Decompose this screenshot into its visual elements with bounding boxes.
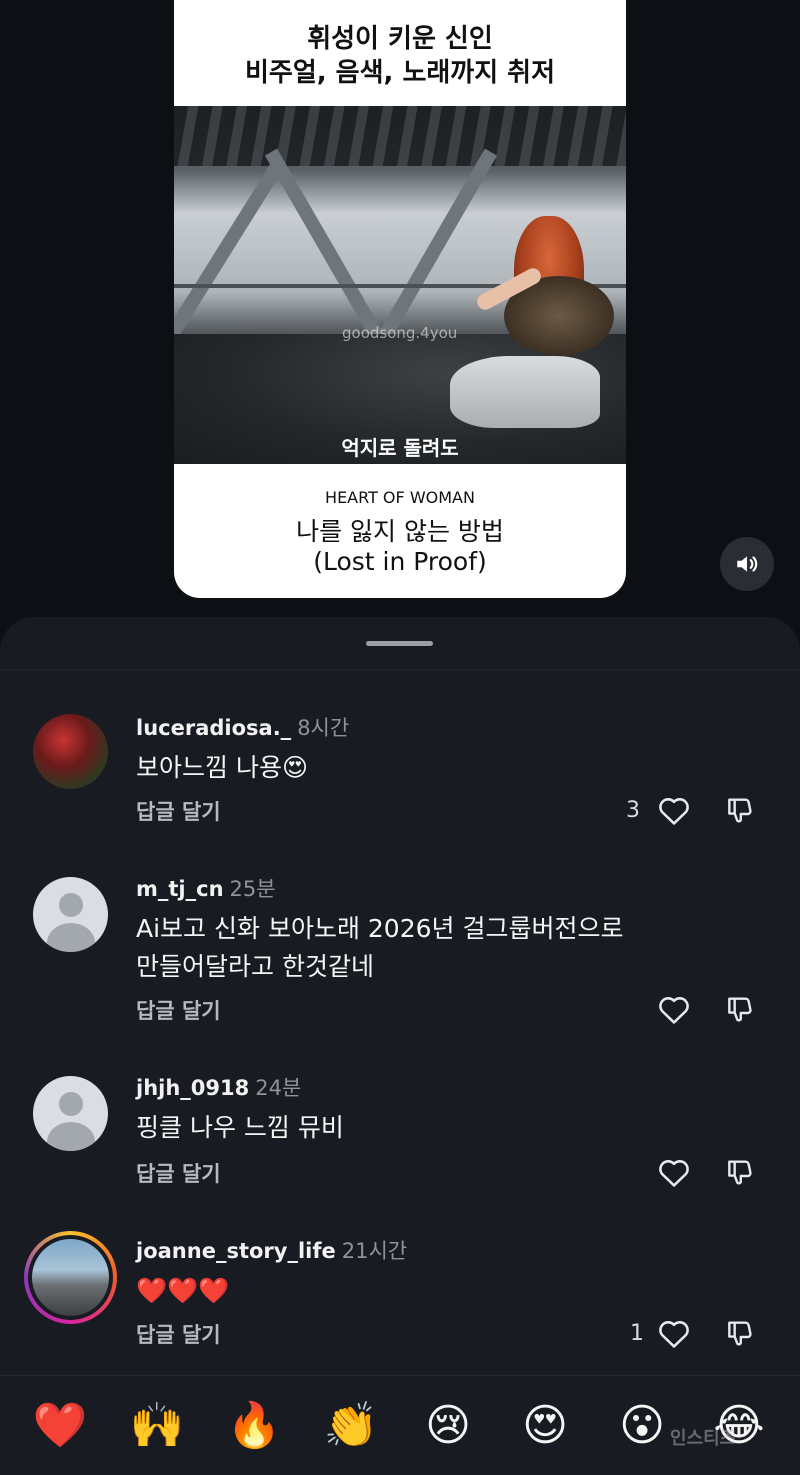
default-avatar-body (47, 1122, 95, 1151)
headline-line-2: 비주얼, 음색, 노래까지 취저 (244, 58, 556, 88)
story-ring-inner (28, 1235, 113, 1320)
like-button[interactable] (654, 790, 694, 830)
comment-meta: m_tj_cn 25분 (136, 873, 276, 903)
emoji-heart-eyes-button[interactable]: 😍 (517, 1398, 573, 1454)
reply-button[interactable]: 답글 달기 (136, 1158, 221, 1188)
heart-outline-icon (659, 1321, 689, 1348)
reply-button[interactable]: 답글 달기 (136, 1319, 221, 1349)
emoji-raised-hands-button[interactable]: 🙌 (129, 1398, 185, 1454)
song-artist: HEART OF WOMAN (325, 488, 475, 507)
default-avatar-body (47, 923, 95, 952)
site-watermark: 인스티즈 (670, 1428, 737, 1449)
dislike-button[interactable] (720, 1313, 760, 1353)
dislike-button[interactable] (720, 790, 760, 830)
comment-time: 8시간 (297, 716, 350, 740)
dislike-button[interactable] (720, 989, 760, 1029)
video-caption: 억지로 돌려도 (341, 436, 459, 460)
heart-outline-icon (659, 1160, 689, 1187)
like-button[interactable] (654, 1152, 694, 1192)
reply-button[interactable]: 답글 달기 (136, 796, 221, 826)
emoji-surprised-button[interactable]: 😮 (614, 1398, 670, 1454)
comment-time: 24분 (255, 1076, 302, 1100)
comment-text-line-1: Ai보고 신화 보아노래 2026년 걸그룹버전으로 (136, 914, 624, 943)
comment-meta: luceradiosa._ 8시간 (136, 712, 349, 742)
dislike-icon (728, 1321, 752, 1346)
like-button[interactable] (654, 1313, 694, 1353)
dislike-icon (728, 997, 752, 1022)
song-title-line-2: (Lost in Proof) (313, 547, 487, 576)
dislike-icon (728, 1160, 752, 1185)
heart-outline-icon (659, 997, 689, 1024)
like-count: 1 (630, 1321, 644, 1346)
video-headline: 휘성이 키운 신인 비주얼, 음색, 노래까지 취저 (174, 0, 626, 106)
comment-text: 핑클 나우 느낌 뮤비 (136, 1113, 344, 1142)
comment-time: 25분 (229, 877, 276, 901)
avatar[interactable] (33, 877, 108, 952)
comment-username[interactable]: jhjh_0918 (136, 1076, 249, 1100)
reply-button[interactable]: 답글 달기 (136, 995, 221, 1025)
scene-beam (174, 159, 286, 353)
default-avatar-head (59, 1092, 83, 1116)
comment-text: 보아느낌 나용😍 (136, 753, 309, 782)
avatar[interactable] (33, 1076, 108, 1151)
song-title-line-1: 나를 잃지 않는 방법 (296, 517, 504, 546)
mute-button[interactable] (720, 537, 774, 591)
video-card[interactable]: 휘성이 키운 신인 비주얼, 음색, 노래까지 취저 goodsong.4you… (174, 0, 626, 598)
song-info: HEART OF WOMAN 나를 잃지 않는 방법 (Lost in Proo… (174, 488, 626, 577)
like-button[interactable] (654, 989, 694, 1029)
headline-line-1: 휘성이 키운 신인 (307, 24, 493, 54)
comment-username[interactable]: luceradiosa._ (136, 716, 291, 740)
emoji-clap-button[interactable]: 👏 (323, 1398, 379, 1454)
emoji-heart-button[interactable]: ❤️ (32, 1398, 88, 1454)
speaker-icon (737, 556, 758, 572)
comment-text: ❤️❤️❤️ (136, 1276, 230, 1305)
avatar-photo (32, 1239, 109, 1316)
comment-username[interactable]: m_tj_cn (136, 877, 224, 901)
emoji-reaction-bar: ❤️ 🙌 🔥 👏 😢 😍 😮 😂 인스티즈 (0, 1375, 800, 1475)
default-avatar-head (59, 893, 83, 917)
emoji-crying-button[interactable]: 😢 (420, 1398, 476, 1454)
emoji-fire-button[interactable]: 🔥 (226, 1398, 282, 1454)
story-avatar[interactable] (24, 1231, 117, 1324)
comment-text-line-2: 만들어달라고 한것같네 (136, 952, 374, 981)
like-count: 3 (626, 798, 640, 823)
dislike-button[interactable] (720, 1152, 760, 1192)
comment-username[interactable]: joanne_story_life (136, 1239, 336, 1263)
avatar[interactable] (33, 714, 108, 789)
sheet-divider (0, 669, 800, 670)
comment-meta: jhjh_0918 24분 (136, 1072, 301, 1102)
video-watermark: goodsong.4you (342, 324, 458, 342)
dislike-icon (728, 798, 752, 823)
figure-legs (450, 356, 600, 428)
comment-time: 21시간 (341, 1239, 408, 1263)
scene-roof (174, 106, 626, 166)
comment-meta: joanne_story_life 21시간 (136, 1235, 407, 1265)
video-frame: goodsong.4you 억지로 돌려도 (174, 106, 626, 464)
sheet-drag-handle[interactable] (366, 641, 433, 646)
heart-outline-icon (659, 798, 689, 825)
